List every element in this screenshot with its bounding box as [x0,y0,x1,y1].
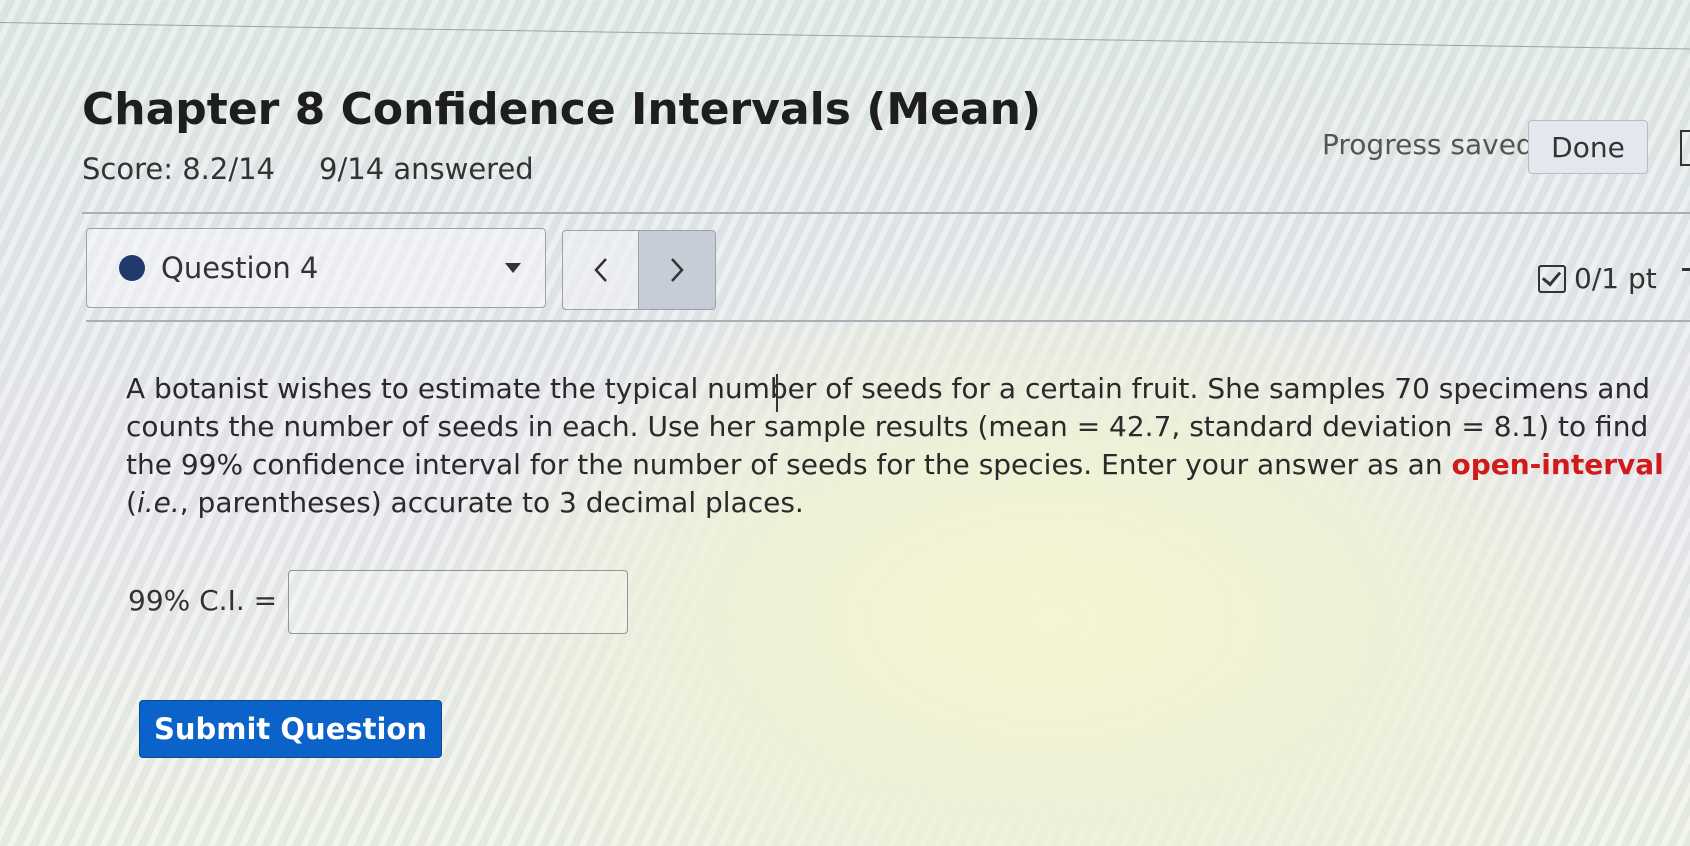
assignment-title: Chapter 8 Confidence Intervals (Mean) [82,84,1042,135]
question-line-4-text: , parentheses) accurate to 3 decimal pla… [179,486,804,519]
question-line-1: A botanist wishes to estimate the typica… [126,372,1650,405]
question-points: 0/1 pt [1538,262,1657,295]
question-line-3: the 99% confidence interval for the numb… [126,446,1681,484]
previous-question-button[interactable] [562,230,640,310]
open-interval-highlight: open-interval [1451,448,1664,481]
done-button[interactable]: Done [1528,120,1648,174]
chevron-left-icon [594,258,607,282]
ci-answer-input[interactable] [288,570,628,634]
menu-edge-icon[interactable] [1680,130,1690,166]
question-line-3-text: the 99% confidence interval for the numb… [126,448,1452,481]
question-selector[interactable]: Question 4 [86,228,546,308]
header-divider [82,212,1690,214]
score-summary: Score: 8.2/14 9/14 answered [82,152,534,186]
top-divider [0,22,1690,50]
question-divider [86,320,1690,322]
question-status-dot-icon [119,255,145,281]
question-prompt: A botanist wishes to estimate the typica… [126,370,1681,522]
progress-status: Progress saved [1322,128,1534,161]
text-cursor-icon [776,374,778,412]
points-edge-icon [1682,268,1690,289]
next-question-button[interactable] [638,230,716,310]
chevron-right-icon [671,258,684,282]
checkbox-check-icon [1538,264,1566,293]
ie-abbreviation: i.e. [136,486,180,519]
answered-count: 9/14 answered [319,152,534,186]
question-line-2: counts the number of seeds in each. Use … [126,410,1649,443]
points-text: 0/1 pt [1574,262,1657,295]
ci-answer-label: 99% C.I. = [128,584,278,617]
score-text: Score: 8.2/14 [82,152,276,186]
question-line-4: (i.e., parentheses) accurate to 3 decima… [126,486,804,519]
caret-down-icon [505,263,521,273]
question-selector-label: Question 4 [161,251,319,285]
submit-question-button[interactable]: Submit Question [139,700,442,758]
